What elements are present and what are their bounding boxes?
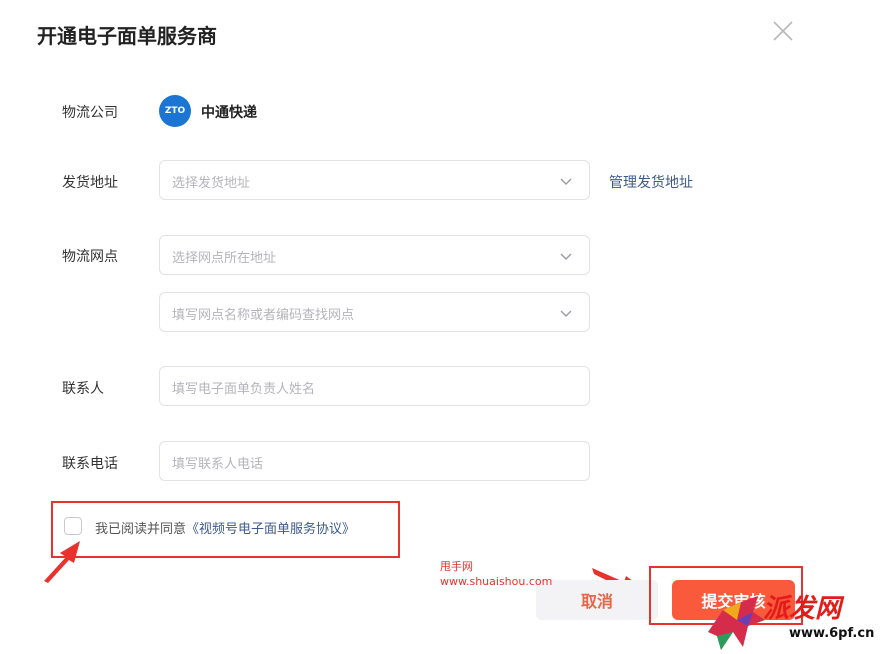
annotation-arrow-icon <box>44 541 80 583</box>
phone-placeholder: 填写联系人电话 <box>172 457 264 472</box>
dialog-title: 开通电子面单服务商 <box>37 24 217 48</box>
agreement-text: 我已阅读并同意《视频号电子面单服务协议》 <box>95 518 355 537</box>
agreement-prefix: 我已阅读并同意 <box>95 522 187 537</box>
company-name: 中通快递 <box>201 105 257 121</box>
watermark-shuaishou: 甩手网 www.shuaishou.com <box>440 559 552 589</box>
address-label: 发货地址 <box>62 175 118 191</box>
phone-input[interactable]: 填写联系人电话 <box>159 441 590 481</box>
watermark-brand: 派发网 <box>763 594 842 624</box>
network-label: 物流网点 <box>62 249 118 265</box>
chevron-down-icon <box>560 253 572 260</box>
network-search-placeholder: 填写网点名称或者编码查找网点 <box>172 308 355 323</box>
contact-placeholder: 填写电子面单负责人姓名 <box>172 382 316 397</box>
address-placeholder: 选择发货地址 <box>172 176 251 191</box>
contact-input[interactable]: 填写电子面单负责人姓名 <box>159 366 590 406</box>
company-label: 物流公司 <box>62 105 118 121</box>
zto-logo-icon: ZTO <box>159 95 191 127</box>
close-icon[interactable] <box>770 18 796 44</box>
address-select[interactable]: 选择发货地址 <box>159 160 590 200</box>
agreement-link[interactable]: 《视频号电子面单服务协议》 <box>186 522 355 537</box>
watermark-brand-url: www.6pf.cn <box>789 626 875 641</box>
contact-label: 联系人 <box>62 381 104 397</box>
network-region-placeholder: 选择网点所在地址 <box>172 251 277 266</box>
network-search-select[interactable]: 填写网点名称或者编码查找网点 <box>159 292 590 332</box>
agreement-checkbox[interactable] <box>64 517 82 535</box>
cancel-button[interactable]: 取消 <box>536 580 658 620</box>
network-region-select[interactable]: 选择网点所在地址 <box>159 235 590 275</box>
watermark-site-name: 甩手网 <box>440 560 473 573</box>
watermark-6pf: 派发网 www.6pf.cn <box>703 582 883 654</box>
manage-address-link[interactable]: 管理发货地址 <box>609 172 693 192</box>
phone-label: 联系电话 <box>62 456 118 472</box>
chevron-down-icon <box>560 310 572 317</box>
chevron-down-icon <box>560 178 572 185</box>
watermark-site-url: www.shuaishou.com <box>440 575 553 588</box>
